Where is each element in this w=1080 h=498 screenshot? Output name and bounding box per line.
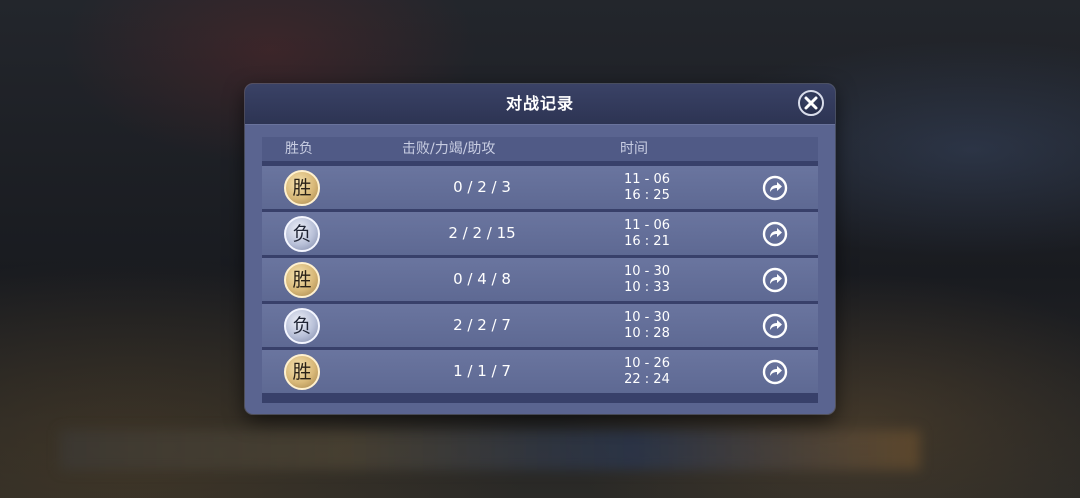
match-time: 10 - 26 22 : 24: [592, 356, 702, 388]
share-arrow-icon[interactable]: [762, 221, 788, 247]
result-badge-win: 胜: [284, 170, 320, 206]
match-time: 10 - 30 10 : 28: [592, 310, 702, 342]
match-date: 10 - 30: [623, 264, 671, 279]
table-row: 胜 0 / 4 / 8 10 - 30 10 : 33: [262, 258, 818, 301]
battle-record-dialog: 对战记录 胜负 击败/力竭/助攻 时间 胜 0 / 2 / 3 11 - 06 …: [245, 84, 835, 414]
match-time: 10 - 30 10 : 33: [592, 264, 702, 296]
match-date: 11 - 06: [623, 172, 671, 187]
share-arrow-icon[interactable]: [762, 175, 788, 201]
result-badge-loss: 负: [284, 308, 320, 344]
share-arrow-icon[interactable]: [762, 267, 788, 293]
share-arrow-icon[interactable]: [762, 313, 788, 339]
match-clock: 10 : 28: [624, 326, 670, 341]
kda-value: 2 / 2 / 7: [453, 316, 511, 334]
match-clock: 16 : 21: [624, 234, 670, 249]
match-time: 11 - 06 16 : 25: [592, 172, 702, 204]
kda-value: 0 / 2 / 3: [453, 178, 511, 196]
record-table: 胜负 击败/力竭/助攻 时间 胜 0 / 2 / 3 11 - 06 16 : …: [262, 137, 818, 403]
match-time: 11 - 06 16 : 21: [592, 218, 702, 250]
header-result: 胜负: [285, 141, 313, 157]
kda-value: 2 / 2 / 15: [448, 224, 516, 242]
header-kda: 击败/力竭/助攻: [402, 141, 496, 157]
match-clock: 22 : 24: [624, 372, 670, 387]
kda-value: 0 / 4 / 8: [453, 270, 511, 288]
header-time: 时间: [620, 141, 648, 157]
kda-value: 1 / 1 / 7: [453, 362, 511, 380]
dialog-title: 对战记录: [505, 94, 574, 113]
result-badge-loss: 负: [284, 216, 320, 252]
table-row: 负 2 / 2 / 7 10 - 30 10 : 28: [262, 304, 818, 347]
background-toolbar-blurred: [60, 430, 920, 470]
match-clock: 16 : 25: [624, 188, 670, 203]
match-date: 10 - 30: [623, 310, 671, 325]
result-badge-win: 胜: [284, 262, 320, 298]
match-date: 11 - 06: [623, 218, 671, 233]
table-row: 胜 1 / 1 / 7 10 - 26 22 : 24: [262, 350, 818, 393]
close-button[interactable]: [798, 90, 824, 116]
table-row: 胜 0 / 2 / 3 11 - 06 16 : 25: [262, 166, 818, 209]
match-date: 10 - 26: [623, 356, 671, 371]
result-badge-win: 胜: [284, 354, 320, 390]
table-row: 负 2 / 2 / 15 11 - 06 16 : 21: [262, 212, 818, 255]
match-clock: 10 : 33: [624, 280, 670, 295]
close-icon: [804, 96, 818, 110]
table-header: 胜负 击败/力竭/助攻 时间: [262, 137, 818, 161]
share-arrow-icon[interactable]: [762, 359, 788, 385]
